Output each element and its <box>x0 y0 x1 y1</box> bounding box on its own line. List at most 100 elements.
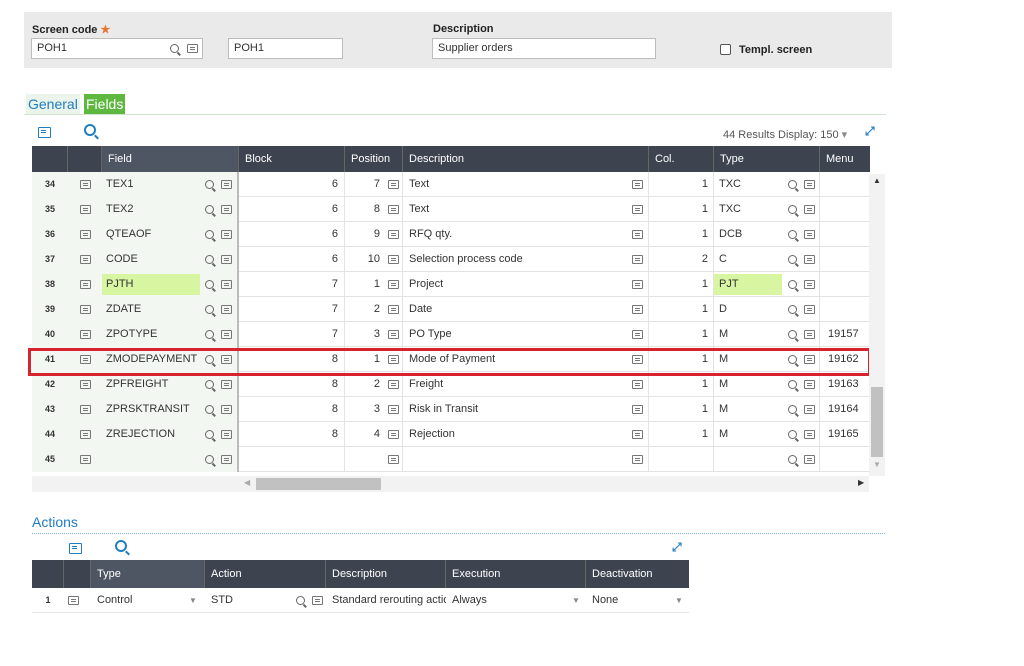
detail-icon[interactable] <box>632 230 643 239</box>
detail-icon[interactable] <box>79 379 91 389</box>
detail-icon[interactable] <box>79 279 91 289</box>
search-icon[interactable] <box>788 255 797 264</box>
detail-icon[interactable] <box>221 305 232 314</box>
menu-cell[interactable] <box>820 447 870 472</box>
detail-icon[interactable] <box>68 595 79 605</box>
horizontal-scroll-thumb[interactable] <box>256 478 381 490</box>
expand-icon[interactable]: ⤢ <box>865 124 875 139</box>
menu-cell[interactable] <box>820 297 870 322</box>
search-icon[interactable] <box>205 380 214 389</box>
detail-icon[interactable] <box>632 280 643 289</box>
detail-icon[interactable] <box>804 380 815 389</box>
description-input[interactable]: Supplier orders <box>432 38 656 59</box>
detail-icon[interactable] <box>804 280 815 289</box>
field-cell[interactable]: ZPFREIGHT <box>102 374 200 395</box>
detail-icon[interactable] <box>804 330 815 339</box>
col-cell[interactable]: 1 <box>649 422 714 447</box>
search-icon[interactable] <box>788 330 797 339</box>
field-cell[interactable]: ZREJECTION <box>102 424 200 445</box>
block-cell[interactable]: 7 <box>239 297 345 322</box>
grid-search-icon[interactable] <box>84 124 97 137</box>
description-cell[interactable]: Text <box>409 178 429 190</box>
detail-icon[interactable] <box>388 230 399 239</box>
search-icon[interactable] <box>788 180 797 189</box>
description-cell[interactable]: Risk in Transit <box>409 403 478 415</box>
field-cell[interactable] <box>102 449 200 470</box>
detail-icon[interactable] <box>804 455 815 464</box>
menu-cell[interactable] <box>820 272 870 297</box>
col-cell[interactable]: 1 <box>649 272 714 297</box>
search-icon[interactable] <box>205 230 214 239</box>
description-cell[interactable]: Freight <box>409 378 443 390</box>
detail-icon[interactable] <box>388 205 399 214</box>
detail-icon[interactable] <box>388 305 399 314</box>
horizontal-scrollbar[interactable]: ◀ ▶ <box>240 476 869 492</box>
detail-icon[interactable] <box>804 180 815 189</box>
col-cell[interactable]: 1 <box>649 397 714 422</box>
menu-cell[interactable]: 19165 <box>820 422 870 447</box>
detail-icon[interactable] <box>79 204 91 214</box>
type-cell[interactable]: PJT <box>714 274 782 295</box>
search-icon[interactable] <box>205 255 214 264</box>
actions-header-execution[interactable]: Execution <box>446 560 586 588</box>
vertical-scrollbar[interactable]: ▲ ▼ <box>869 174 885 476</box>
table-row[interactable]: 36 QTEAOF 6 9 RFQ qty. 1 DCB <box>32 222 870 247</box>
search-icon[interactable] <box>788 455 797 464</box>
table-row[interactable]: 45 <box>32 447 870 472</box>
detail-icon[interactable] <box>388 255 399 264</box>
detail-icon[interactable] <box>312 596 323 605</box>
position-cell[interactable]: 1 <box>350 272 380 297</box>
field-cell[interactable]: CODE <box>102 249 200 270</box>
actions-expand-icon[interactable]: ⤢ <box>672 540 682 555</box>
detail-icon[interactable] <box>187 44 198 53</box>
menu-cell[interactable]: 19157 <box>820 322 870 347</box>
actions-header-action[interactable]: Action <box>205 560 326 588</box>
header-block[interactable]: Block <box>239 146 345 172</box>
detail-icon[interactable] <box>221 455 232 464</box>
tab-general[interactable]: General <box>26 94 80 114</box>
type-cell[interactable]: DCB <box>714 224 782 245</box>
actions-header-description[interactable]: Description <box>326 560 446 588</box>
search-icon[interactable] <box>205 405 214 414</box>
header-position[interactable]: Position <box>345 146 403 172</box>
detail-icon[interactable] <box>221 255 232 264</box>
actions-type-select[interactable]: Control ▼ <box>97 588 197 613</box>
position-cell[interactable]: 4 <box>350 422 380 447</box>
field-cell[interactable]: TEX2 <box>102 199 200 220</box>
type-cell[interactable] <box>714 449 782 470</box>
detail-icon[interactable] <box>388 380 399 389</box>
table-row[interactable]: 39 ZDATE 7 2 Date 1 D <box>32 297 870 322</box>
position-cell[interactable]: 2 <box>350 297 380 322</box>
search-icon[interactable] <box>205 430 214 439</box>
col-cell[interactable]: 1 <box>649 322 714 347</box>
detail-icon[interactable] <box>632 305 643 314</box>
type-cell[interactable]: M <box>714 324 782 345</box>
detail-icon[interactable] <box>221 405 232 414</box>
detail-icon[interactable] <box>221 330 232 339</box>
detail-icon[interactable] <box>632 455 643 464</box>
col-cell[interactable]: 1 <box>649 297 714 322</box>
description-cell[interactable]: Rejection <box>409 428 455 440</box>
actions-deactivation-select[interactable]: None ▼ <box>592 588 687 613</box>
header-col[interactable]: Col. <box>649 146 714 172</box>
search-icon[interactable] <box>788 230 797 239</box>
type-cell[interactable]: M <box>714 374 782 395</box>
menu-cell[interactable] <box>820 197 870 222</box>
detail-icon[interactable] <box>79 254 91 264</box>
detail-icon[interactable] <box>388 180 399 189</box>
type-cell[interactable]: C <box>714 249 782 270</box>
position-cell[interactable]: 9 <box>350 222 380 247</box>
search-icon[interactable] <box>788 380 797 389</box>
search-icon[interactable] <box>170 44 179 53</box>
search-icon[interactable] <box>205 305 214 314</box>
header-type[interactable]: Type <box>714 146 820 172</box>
search-icon[interactable] <box>205 280 214 289</box>
menu-cell[interactable] <box>820 172 870 197</box>
detail-icon[interactable] <box>804 405 815 414</box>
type-cell[interactable]: TXC <box>714 199 782 220</box>
search-icon[interactable] <box>205 455 214 464</box>
search-icon[interactable] <box>205 205 214 214</box>
block-cell[interactable]: 6 <box>239 222 345 247</box>
menu-cell[interactable] <box>820 247 870 272</box>
search-icon[interactable] <box>788 405 797 414</box>
